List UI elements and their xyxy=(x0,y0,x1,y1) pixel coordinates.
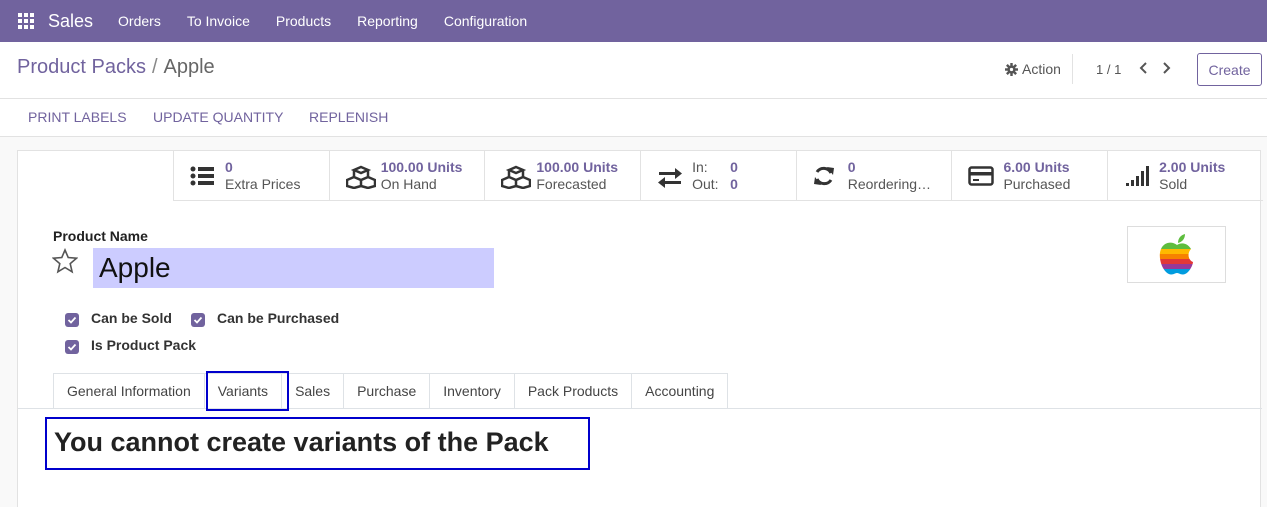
out-label: Out: xyxy=(692,176,719,192)
check-icon xyxy=(193,316,203,324)
product-name-label: Product Name xyxy=(53,228,148,244)
on-hand-button[interactable]: 100.00 Units On Hand xyxy=(328,151,485,201)
menu-products[interactable]: Products xyxy=(276,13,331,29)
product-name-input[interactable]: Apple xyxy=(93,248,494,288)
menu-configuration[interactable]: Configuration xyxy=(444,13,527,29)
chevron-right-icon[interactable] xyxy=(1159,61,1173,75)
can-be-purchased-checkbox[interactable] xyxy=(191,313,205,327)
on-hand-value: 100.00 Units xyxy=(380,159,463,175)
create-button[interactable]: Create xyxy=(1197,53,1262,86)
cubes-icon xyxy=(501,165,532,189)
apple-logo-icon xyxy=(1159,234,1193,275)
extra-prices-label: Extra Prices xyxy=(225,176,301,192)
menu-orders[interactable]: Orders xyxy=(118,13,161,29)
forecasted-button[interactable]: 100.00 Units Forecasted xyxy=(484,151,640,201)
can-be-sold-checkbox[interactable] xyxy=(65,313,79,327)
breadcrumb: Product Packs / Apple xyxy=(17,56,215,79)
variants-tab-highlight xyxy=(206,371,289,411)
print-labels-button[interactable]: PRINT LABELS xyxy=(28,109,127,125)
statusbar: PRINT LABELS UPDATE QUANTITY REPLENISH xyxy=(0,99,1267,137)
replenish-button[interactable]: REPLENISH xyxy=(309,109,388,125)
menu-reporting[interactable]: Reporting xyxy=(357,13,418,29)
out-value: 0 xyxy=(730,176,738,192)
tab-accounting[interactable]: Accounting xyxy=(632,373,729,409)
tab-inventory[interactable]: Inventory xyxy=(430,373,515,409)
product-image[interactable] xyxy=(1127,226,1226,283)
sold-button[interactable]: 2.00 Units Sold xyxy=(1107,151,1263,201)
in-value: 0 xyxy=(730,159,738,175)
extra-prices-button[interactable]: 0 Extra Prices xyxy=(173,151,329,201)
forecasted-label: Forecasted xyxy=(536,176,607,192)
tab-pack-products[interactable]: Pack Products xyxy=(514,373,633,409)
action-button[interactable]: Action xyxy=(1005,61,1061,77)
breadcrumb-separator: / xyxy=(151,56,158,78)
can-be-purchased-label: Can be Purchased xyxy=(217,310,340,326)
cubes-icon xyxy=(345,165,376,189)
form-sheet: 0 Extra Prices 100.00 Units On Hand 100.… xyxy=(17,150,1263,507)
purchased-label: Purchased xyxy=(1003,176,1071,192)
breadcrumb-current: Apple xyxy=(163,56,215,78)
sold-label: Sold xyxy=(1159,176,1188,192)
sold-value: 2.00 Units xyxy=(1159,159,1226,175)
in-label: In: xyxy=(692,159,708,175)
list-icon xyxy=(190,166,214,186)
credit-card-icon xyxy=(968,166,995,186)
update-quantity-button[interactable]: UPDATE QUANTITY xyxy=(153,109,283,125)
tab-sales[interactable]: Sales xyxy=(282,373,345,409)
is-product-pack-checkbox[interactable] xyxy=(65,340,79,354)
gear-icon xyxy=(1005,62,1018,76)
reordering-label: Reordering… xyxy=(847,176,932,192)
top-navbar: Sales Orders To Invoice Products Reporti… xyxy=(0,0,1267,42)
in-out-button[interactable]: In: 0 Out: 0 xyxy=(640,151,796,201)
refresh-icon xyxy=(813,166,834,186)
signal-icon xyxy=(1126,166,1150,186)
smart-button-box: 0 Extra Prices 100.00 Units On Hand 100.… xyxy=(173,151,1263,201)
purchased-value: 6.00 Units xyxy=(1003,159,1070,175)
tab-purchase[interactable]: Purchase xyxy=(344,373,431,409)
check-icon xyxy=(67,316,77,324)
control-panel: Product Packs / Apple Action 1 / 1 Create xyxy=(0,42,1267,99)
exchange-icon xyxy=(658,168,683,188)
variants-message: You cannot create variants of the Pack xyxy=(45,417,590,470)
breadcrumb-parent[interactable]: Product Packs xyxy=(17,56,146,78)
menu-to-invoice[interactable]: To Invoice xyxy=(187,13,250,29)
check-icon xyxy=(67,343,77,351)
action-label: Action xyxy=(1022,61,1061,77)
forecasted-value: 100.00 Units xyxy=(536,159,619,175)
on-hand-label: On Hand xyxy=(380,176,437,192)
apps-menu-icon[interactable] xyxy=(18,13,34,29)
purchased-button[interactable]: 6.00 Units Purchased xyxy=(951,151,1107,201)
is-product-pack-label: Is Product Pack xyxy=(91,337,197,353)
app-name[interactable]: Sales xyxy=(48,11,93,32)
pager-value[interactable]: 1 / 1 xyxy=(1096,62,1121,77)
reordering-button[interactable]: 0 Reordering… xyxy=(795,151,952,201)
can-be-sold-label: Can be Sold xyxy=(91,310,172,326)
reordering-value: 0 xyxy=(847,159,856,175)
extra-prices-value: 0 xyxy=(225,159,233,175)
notebook-tabs: General Information Variants Sales Purch… xyxy=(53,373,729,409)
chevron-left-icon[interactable] xyxy=(1137,61,1151,75)
tab-general-information[interactable]: General Information xyxy=(53,373,205,409)
divider xyxy=(1072,54,1073,84)
star-icon[interactable] xyxy=(52,248,78,274)
